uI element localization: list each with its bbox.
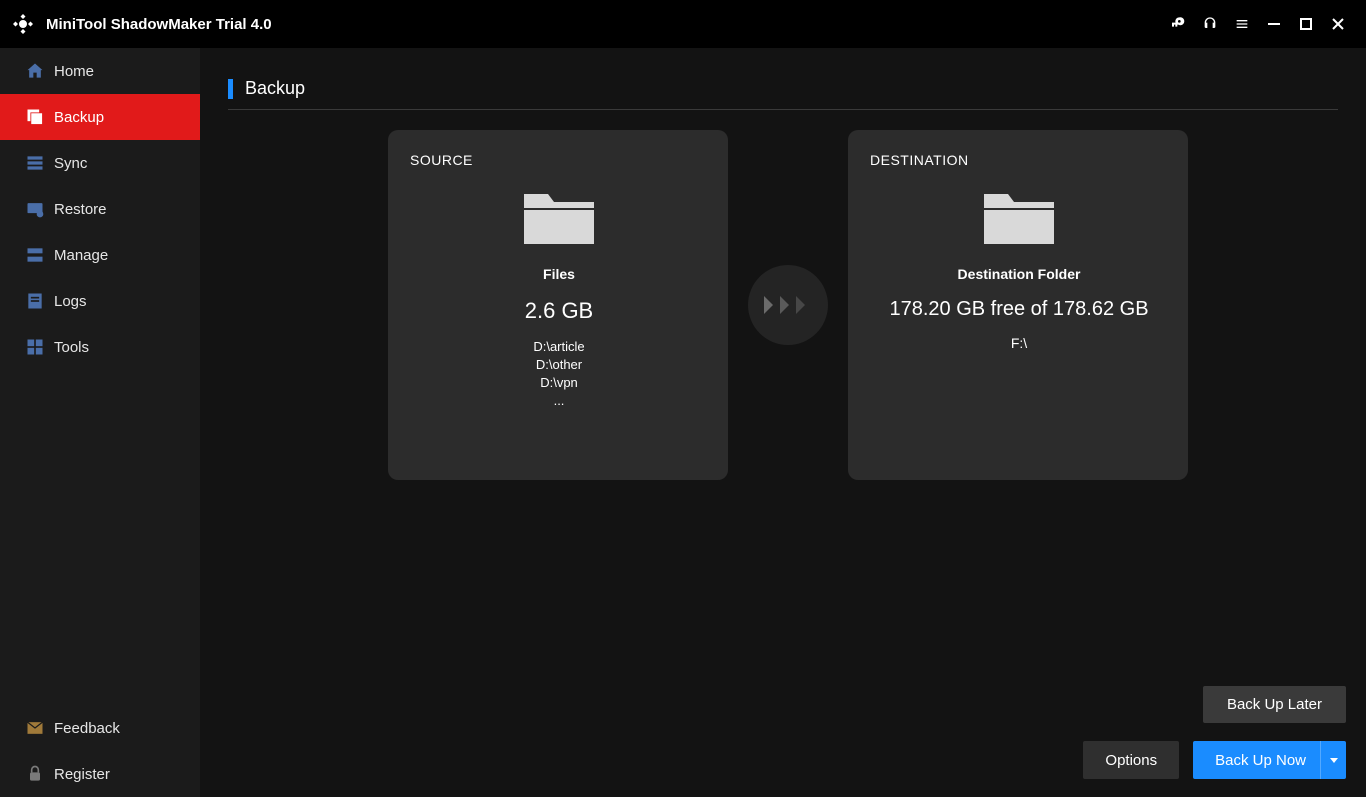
headset-icon[interactable] <box>1194 8 1226 40</box>
maximize-icon[interactable] <box>1290 8 1322 40</box>
minimize-icon[interactable] <box>1258 8 1290 40</box>
sidebar-item-manage[interactable]: Manage <box>0 232 200 278</box>
dropdown-toggle[interactable] <box>1320 741 1346 779</box>
sidebar-item-home[interactable]: Home <box>0 48 200 94</box>
button-label: Back Up Now <box>1215 752 1306 769</box>
footer-actions: Options Back Up Later Back Up Now <box>1083 741 1346 779</box>
source-path: ... <box>410 392 708 410</box>
sidebar-item-register[interactable]: Register <box>0 751 200 797</box>
destination-label: Destination Folder <box>870 266 1168 282</box>
destination-card[interactable]: DESTINATION Destination Folder 178.20 GB… <box>848 130 1188 480</box>
main-content: Backup SOURCE Files 2.6 GB D:\article D:… <box>200 48 1366 797</box>
source-path: D:\other <box>410 356 708 374</box>
restore-icon <box>24 198 46 220</box>
page-title: Backup <box>245 78 305 99</box>
arrow-divider <box>728 130 848 480</box>
key-icon[interactable] <box>1162 8 1194 40</box>
accent-bar <box>228 79 233 99</box>
sidebar-item-label: Manage <box>54 247 108 264</box>
sidebar-item-label: Home <box>54 63 94 80</box>
destination-space: 178.20 GB free of 178.62 GB <box>870 298 1168 321</box>
feedback-icon <box>24 717 46 739</box>
destination-card-title: DESTINATION <box>870 152 1168 168</box>
sidebar-item-label: Feedback <box>54 720 120 737</box>
destination-path: F:\ <box>870 335 1168 351</box>
sidebar-item-label: Backup <box>54 109 104 126</box>
tools-icon <box>24 336 46 358</box>
titlebar: MiniTool ShadowMaker Trial 4.0 <box>0 0 1366 48</box>
sidebar-item-label: Logs <box>54 293 87 310</box>
sidebar: Home Backup Sync Restore Manage <box>0 48 200 797</box>
register-icon <box>24 763 46 785</box>
backup-now-button[interactable]: Back Up Now <box>1193 741 1346 779</box>
folder-icon <box>520 186 598 246</box>
source-path: D:\vpn <box>410 374 708 392</box>
page-header: Backup <box>228 78 1338 110</box>
manage-icon <box>24 244 46 266</box>
app-title: MiniTool ShadowMaker Trial 4.0 <box>46 16 272 33</box>
arrow-circle-icon <box>748 265 828 345</box>
button-label: Options <box>1105 752 1157 769</box>
close-icon[interactable] <box>1322 8 1354 40</box>
source-card-title: SOURCE <box>410 152 708 168</box>
logs-icon <box>24 290 46 312</box>
sidebar-item-label: Tools <box>54 339 89 356</box>
sidebar-item-restore[interactable]: Restore <box>0 186 200 232</box>
options-button[interactable]: Options <box>1083 741 1179 779</box>
folder-icon <box>980 186 1058 246</box>
source-card[interactable]: SOURCE Files 2.6 GB D:\article D:\other … <box>388 130 728 480</box>
sidebar-item-feedback[interactable]: Feedback <box>0 705 200 751</box>
source-path: D:\article <box>410 338 708 356</box>
sidebar-item-backup[interactable]: Backup <box>0 94 200 140</box>
sync-icon <box>24 152 46 174</box>
source-size: 2.6 GB <box>410 298 708 324</box>
sidebar-item-sync[interactable]: Sync <box>0 140 200 186</box>
source-type: Files <box>410 266 708 282</box>
sidebar-item-logs[interactable]: Logs <box>0 278 200 324</box>
sidebar-item-label: Sync <box>54 155 87 172</box>
app-logo-icon <box>10 11 36 37</box>
caret-down-icon <box>1330 756 1338 764</box>
home-icon <box>24 60 46 82</box>
sidebar-item-label: Restore <box>54 201 107 218</box>
source-paths: D:\article D:\other D:\vpn ... <box>410 338 708 410</box>
backup-later-popup-item[interactable]: Back Up Later <box>1203 686 1346 723</box>
menu-icon[interactable] <box>1226 8 1258 40</box>
backup-icon <box>24 106 46 128</box>
sidebar-item-tools[interactable]: Tools <box>0 324 200 370</box>
popup-label: Back Up Later <box>1227 696 1322 713</box>
sidebar-item-label: Register <box>54 766 110 783</box>
